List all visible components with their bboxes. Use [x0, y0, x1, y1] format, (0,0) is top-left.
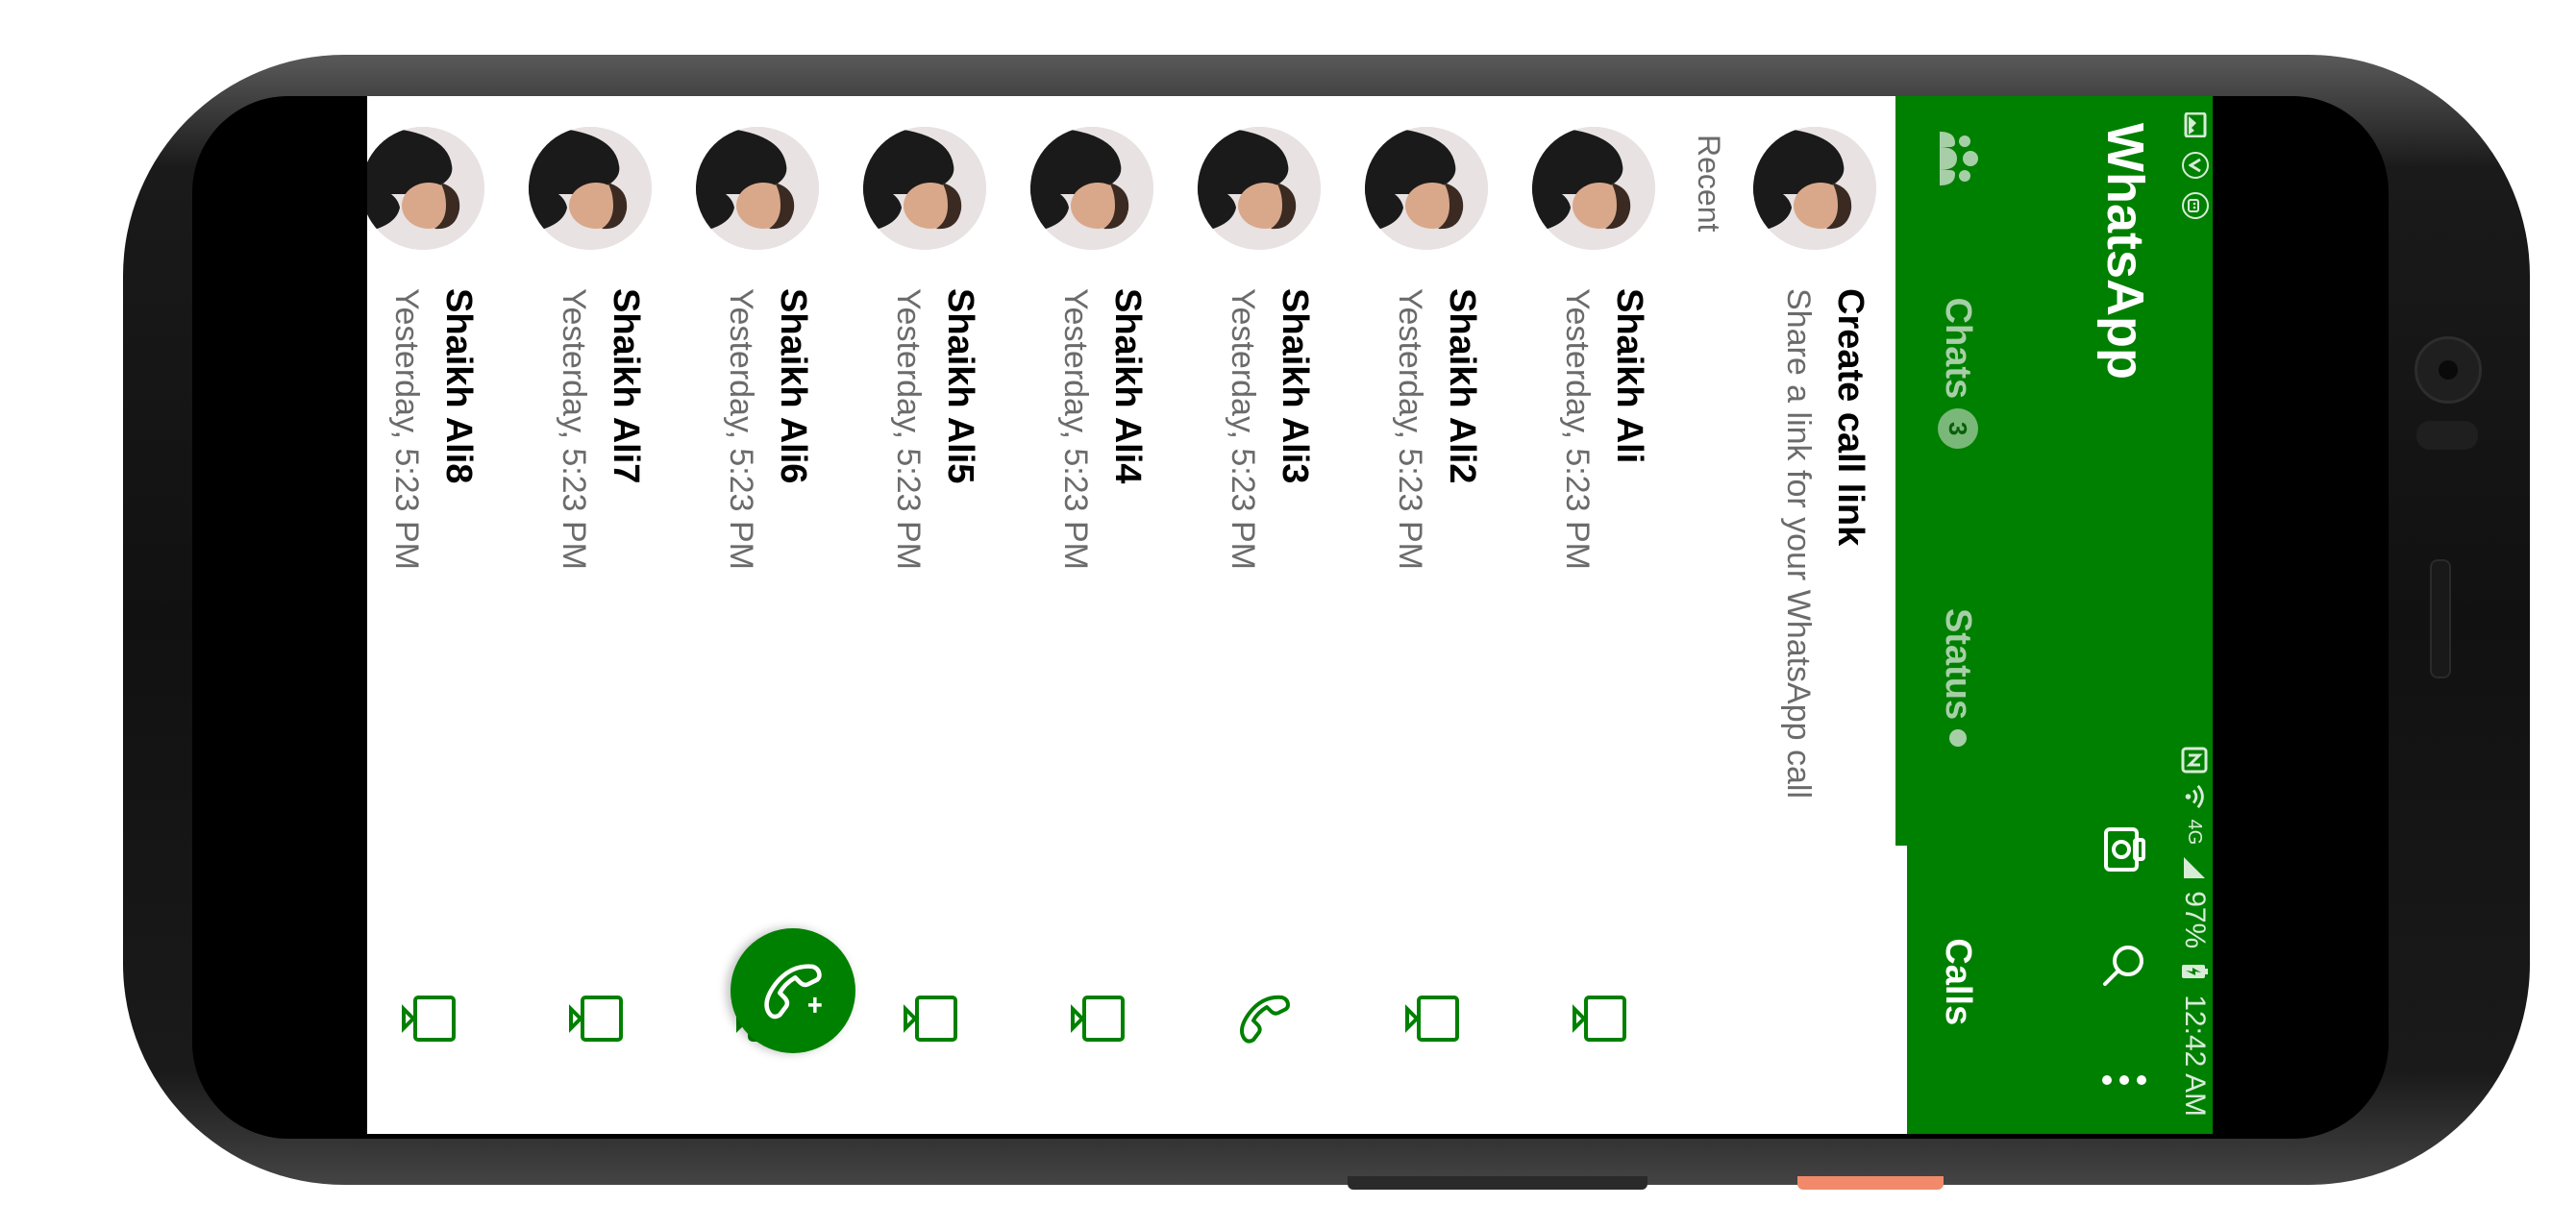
create-call-link-title: Create call link	[1830, 288, 1870, 547]
caller-name: Shaikh Ali2	[1442, 288, 1482, 484]
caller-name: Shaikh Ali3	[1275, 288, 1315, 484]
call-time: Yesterday, 5:23 PM	[890, 288, 927, 570]
avatar	[367, 127, 484, 250]
video-call-icon[interactable]	[390, 980, 467, 1057]
video-call-icon[interactable]	[892, 980, 969, 1057]
avatar	[1532, 127, 1655, 250]
battery-icon	[2181, 958, 2208, 985]
volume-button	[1348, 1176, 1647, 1190]
avatar	[1753, 127, 1876, 250]
gallery-icon	[2182, 111, 2209, 138]
call-time: Yesterday, 5:23 PM	[723, 288, 759, 570]
avatar	[1198, 127, 1321, 250]
video-call-icon[interactable]	[1059, 980, 1136, 1057]
app-title: WhatsApp	[2096, 123, 2154, 380]
signal-icon	[2181, 854, 2208, 881]
tab-chats-label: Chats	[1938, 297, 1979, 400]
caller-name: Shaikh Ali8	[438, 288, 479, 484]
avatar	[863, 127, 986, 250]
call-time: Yesterday, 5:23 PM	[1225, 288, 1261, 570]
new-call-icon	[764, 964, 822, 1020]
video-call-icon[interactable]	[1561, 980, 1638, 1057]
call-time: Yesterday, 5:23 PM	[1392, 288, 1428, 570]
create-call-link-row[interactable]: Create call link Share a link for your W…	[1728, 96, 1895, 1134]
tab-calls[interactable]: Calls	[1895, 829, 2020, 1134]
status-bar: 4G 97% 12:42 AM	[2174, 96, 2213, 1134]
tab-status[interactable]: Status	[1895, 526, 2020, 830]
section-label-recent: Recent	[1692, 135, 1726, 233]
tab-indicator	[1895, 846, 1907, 1134]
search-icon[interactable]	[2097, 938, 2151, 992]
call-row[interactable]: Shaikh Ali7 Yesterday, 5:23 PM	[504, 96, 671, 1134]
call-row[interactable]: Shaikh Ali2 Yesterday, 5:23 PM	[1340, 96, 1507, 1134]
tab-bar: Chats 3 Status Calls	[1895, 96, 2020, 1134]
communities-icon	[1940, 132, 1978, 185]
caller-name: Shaikh Ali6	[773, 288, 813, 484]
create-call-link-subtitle: Share a link for your WhatsApp call	[1780, 288, 1817, 800]
call-row[interactable]: Shaikh Ali4 Yesterday, 5:23 PM	[1005, 96, 1173, 1134]
avatar	[696, 127, 819, 250]
camera-icon[interactable]	[2097, 823, 2151, 876]
call-time: Yesterday, 5:23 PM	[388, 288, 425, 570]
avatar	[529, 127, 652, 250]
call-time: Yesterday, 5:23 PM	[1057, 288, 1094, 570]
call-row[interactable]: Shaikh Ali3 Yesterday, 5:23 PM	[1173, 96, 1340, 1134]
unread-badge: 3	[1938, 408, 1978, 450]
nfc-icon	[2181, 747, 2208, 774]
clock: 12:42 AM	[2179, 995, 2211, 1117]
caller-name: Shaikh Ali7	[606, 288, 646, 484]
status-dot	[1949, 729, 1967, 748]
battery-percent: 97%	[2179, 891, 2211, 949]
tab-communities[interactable]	[1895, 96, 2020, 221]
call-time: Yesterday, 5:23 PM	[1559, 288, 1596, 570]
tab-calls-label: Calls	[1938, 938, 1979, 1026]
call-time: Yesterday, 5:23 PM	[556, 288, 592, 570]
calls-list: Create call link Share a link for your W…	[367, 96, 1895, 1134]
video-call-icon[interactable]	[1394, 980, 1471, 1057]
caller-name: Shaikh Ali5	[940, 288, 980, 484]
more-vert-icon[interactable]	[2097, 1053, 2151, 1107]
call-row[interactable]: Shaikh Ali Yesterday, 5:23 PM	[1507, 96, 1674, 1134]
new-call-button[interactable]	[731, 928, 855, 1053]
video-call-icon[interactable]	[557, 980, 634, 1057]
caller-name: Shaikh Ali	[1609, 288, 1649, 464]
tab-status-label: Status	[1938, 607, 1979, 721]
app-bar: 4G 97% 12:42 AM WhatsApp Chats 3 Status …	[1895, 96, 2213, 1134]
earpiece-speaker	[2430, 559, 2451, 678]
call-row[interactable]: Shaikh Ali5 Yesterday, 5:23 PM	[838, 96, 1005, 1134]
wifi-icon	[2181, 783, 2208, 810]
call-row[interactable]: Shaikh Ali8 Yesterday, 5:23 PM	[367, 96, 504, 1134]
avatar	[1365, 127, 1488, 250]
android-icon	[2182, 192, 2209, 219]
front-camera	[2415, 336, 2482, 404]
network-label: 4G	[2184, 819, 2206, 846]
avatar	[1030, 127, 1153, 250]
caller-name: Shaikh Ali4	[1107, 288, 1148, 484]
vpn-icon	[2182, 152, 2209, 179]
app-screen: 4G 97% 12:42 AM WhatsApp Chats 3 Status …	[367, 96, 2213, 1134]
power-button	[1797, 1176, 1944, 1190]
voice-call-icon[interactable]	[1226, 980, 1303, 1057]
proximity-sensor	[2416, 421, 2478, 450]
tab-chats[interactable]: Chats 3	[1895, 221, 2020, 526]
